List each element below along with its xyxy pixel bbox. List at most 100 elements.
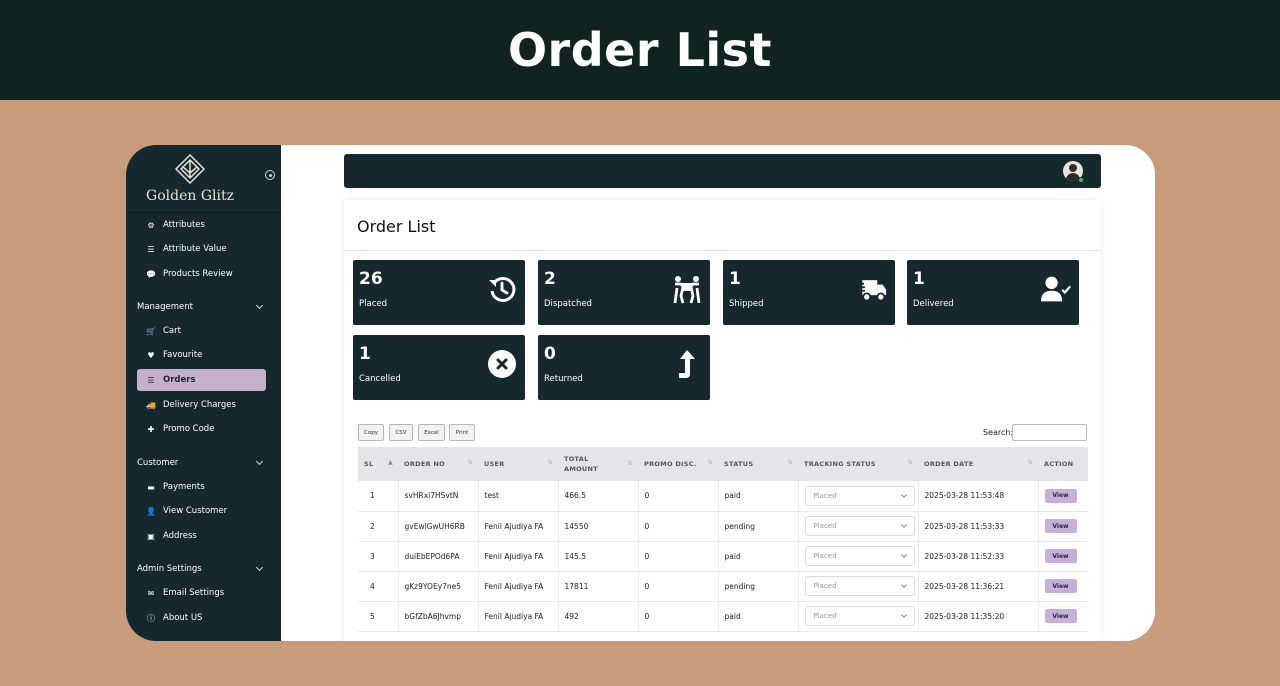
cell-sl: 2 (358, 511, 399, 541)
sidebar-item-view-customer[interactable]: 👤 View Customer (137, 500, 266, 522)
cell-action: View (1038, 541, 1088, 571)
search-input[interactable] (1012, 424, 1087, 441)
copy-button[interactable]: Copy (358, 424, 384, 441)
sidebar-section-admin-settings[interactable]: Admin Settings (137, 561, 266, 577)
sidebar-item-attribute-value[interactable]: ☰ Attribute Value (137, 238, 266, 260)
sidebar-item-cart[interactable]: 🛒 Cart (137, 320, 266, 342)
cell-action: View (1038, 511, 1088, 541)
view-button[interactable]: View (1044, 488, 1077, 503)
stat-card-placed[interactable]: 26 Placed (353, 260, 525, 325)
history-icon (489, 276, 516, 302)
tracking-status-select[interactable]: Placed (804, 516, 915, 536)
column-header-action: ACTION (1044, 460, 1074, 468)
view-button[interactable]: View (1044, 609, 1077, 623)
print-button[interactable]: Print (449, 424, 475, 441)
sidebar-item-label: Attributes (163, 220, 205, 230)
excel-button[interactable]: Excel (418, 424, 445, 441)
tracking-status-select[interactable]: Placed (804, 606, 915, 626)
sidebar-item-delivery-charges[interactable]: 🚚 Delivery Charges (137, 394, 266, 416)
shipping-fast-icon (857, 280, 887, 302)
cell-promo: 0 (638, 511, 719, 541)
column-header-tracking-status[interactable]: TRACKING STATUS ⇅ (798, 447, 918, 481)
sidebar-item-label: Orders (163, 375, 196, 385)
puzzle-icon: ✚ (147, 424, 155, 434)
truck-icon: 🚚 (146, 400, 156, 410)
list-icon: ☰ (147, 244, 155, 254)
column-header-status[interactable]: STATUS ⇅ (718, 447, 798, 481)
orders-table: SL ▲ ORDER NO ⇅ USER ⇅ TOTAL AMOUNT ⇅ PROMO … (358, 447, 1088, 632)
sidebar-item-payments[interactable]: ▬ Payments (137, 476, 266, 498)
chevron-down-icon (900, 582, 907, 588)
column-header-user[interactable]: USER ⇅ (478, 447, 558, 481)
stat-card-dispatched[interactable]: 2 Dispatched (538, 260, 710, 325)
view-button[interactable]: View (1044, 579, 1077, 593)
column-header-sl[interactable]: SL ▲ (358, 447, 398, 481)
sidebar-toggle-icon[interactable] (265, 170, 275, 180)
sidebar-item-email-settings[interactable]: ✉ Email Settings (137, 582, 266, 604)
search-label: Search: (983, 428, 1014, 437)
list-icon: ☰ (147, 375, 155, 385)
tracking-status-select[interactable]: Placed (804, 485, 915, 506)
stat-value: 1 (913, 269, 925, 289)
stat-card-shipped[interactable]: 1 Shipped (723, 260, 895, 325)
stat-label: Dispatched (544, 299, 592, 309)
envelope-icon: ✉ (147, 588, 155, 598)
cell-total: 145.5 (558, 541, 639, 571)
stat-label: Placed (359, 299, 387, 309)
stat-card-returned[interactable]: 0 Returned (538, 335, 710, 400)
cell-total: 466.5 (558, 481, 639, 511)
cell-sl: 4 (358, 571, 399, 601)
cell-status: paid (718, 601, 799, 631)
sidebar-item-label: Favourite (163, 350, 203, 360)
online-status-icon (1078, 177, 1084, 183)
chevron-down-icon (900, 612, 907, 618)
tracking-status-select[interactable]: Placed (804, 546, 915, 566)
times-circle-icon (488, 350, 516, 378)
csv-button[interactable]: CSV (389, 424, 413, 441)
sidebar-item-label: Promo Code (163, 424, 215, 434)
brand-logo[interactable]: Golden Glitz (126, 145, 281, 213)
column-header-order-date[interactable]: ORDER DATE ⇅ (918, 447, 1038, 481)
sidebar-item-orders[interactable]: ☰ Orders (137, 369, 266, 391)
sidebar-item-label: Email Settings (163, 588, 225, 598)
sort-icon: ⇅ (467, 459, 473, 466)
view-button[interactable]: View (1044, 519, 1077, 533)
order-list-card: Order List 26 Placed 2 Dispatched 1 Ship… (344, 200, 1101, 641)
sidebar-section-management[interactable]: Management (137, 299, 266, 315)
cell-action: View (1038, 481, 1088, 511)
sidebar-section-customer[interactable]: Customer (137, 455, 266, 471)
cell-order-no: gvEwlGwUH6RB (398, 511, 479, 541)
column-header-total-amount[interactable]: TOTAL AMOUNT ⇅ (558, 447, 638, 481)
table-row: 3 duiEbEPOd6PA Fenil Ajudiya FA 145.5 0 … (358, 541, 1088, 571)
sidebar-item-about-us[interactable]: ⓘ About US (137, 607, 266, 629)
cell-order-no: svHRxi7HSvtN (398, 481, 479, 511)
sidebar-item-promo-code[interactable]: ✚ Promo Code (137, 418, 266, 440)
comments-icon: 💬 (146, 269, 156, 279)
column-header-order-no[interactable]: ORDER NO ⇅ (398, 447, 478, 481)
view-button[interactable]: View (1044, 549, 1077, 563)
chevron-down-icon (255, 457, 264, 466)
cell-promo: 0 (638, 481, 719, 511)
sidebar-item-products-review[interactable]: 💬 Products Review (137, 263, 266, 285)
page-title: Order List (357, 217, 436, 236)
chevron-down-icon (255, 563, 264, 572)
cell-date: 2025-03-28 11:53:48 (918, 481, 1039, 511)
divider (126, 212, 281, 213)
cell-date: 2025-03-28 11:53:33 (918, 511, 1039, 541)
cell-status: pending (718, 571, 799, 601)
cell-sl: 3 (358, 541, 399, 571)
column-header-promo-disc[interactable]: PROMO DISC. ⇅ (638, 447, 718, 481)
tracking-status-select[interactable]: Placed (804, 576, 915, 596)
cell-user: Fenil Ajudiya FA (478, 541, 559, 571)
sidebar-item-address[interactable]: ▣ Address (137, 525, 266, 547)
cell-user: Fenil Ajudiya FA (478, 511, 559, 541)
stat-card-delivered[interactable]: 1 Delivered (907, 260, 1079, 325)
sidebar-item-attributes[interactable]: ⚙ Attributes (137, 214, 266, 236)
cell-status: paid (718, 541, 799, 571)
sort-icon: ⇅ (907, 459, 913, 466)
stat-card-cancelled[interactable]: 1 Cancelled (353, 335, 525, 400)
credit-card-icon: ▬ (147, 482, 155, 492)
sidebar-item-label: About US (163, 613, 203, 623)
sidebar-item-favourite[interactable]: ♥ Favourite (137, 344, 266, 366)
app-window: Golden Glitz ⚙ Attributes ☰ Attribute Va… (126, 145, 1155, 641)
